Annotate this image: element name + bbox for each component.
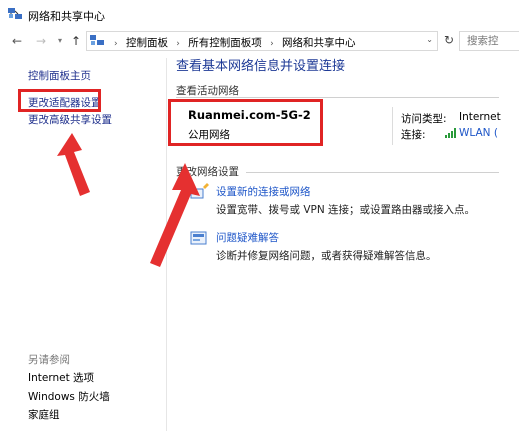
active-networks-label: 查看活动网络 <box>176 85 239 97</box>
title-bar: 网络和共享中心 <box>0 0 519 30</box>
arrow-up-left-annotation <box>57 133 90 196</box>
access-type-label: 访问类型: <box>401 113 447 125</box>
pane-divider <box>166 58 167 431</box>
chevron-down-icon[interactable]: ⌄ <box>426 35 433 44</box>
arrow-up-icon[interactable]: ↑ <box>68 33 84 49</box>
breadcrumb: › 控制面板 › 所有控制面板项 › 网络和共享中心 <box>109 35 356 50</box>
wlan-connection-link[interactable]: WLAN ( <box>459 127 498 139</box>
address-bar-row: ← → ▾ ↑ › 控制面板 › 所有控制面板项 › 网络和共享中心 ⌄ ↻ <box>0 30 519 54</box>
see-also-windows-firewall[interactable]: Windows 防火墙 <box>28 389 110 404</box>
control-panel-icon <box>90 35 104 45</box>
highlight-box-adapter-settings <box>18 89 101 112</box>
breadcrumb-item-control-panel[interactable]: 控制面板 <box>126 37 168 49</box>
setup-new-connection-link[interactable]: 设置新的连接或网络 <box>216 184 311 199</box>
change-settings-label: 更改网络设置 <box>176 166 239 178</box>
refresh-icon[interactable]: ↻ <box>441 33 457 47</box>
chevron-right-icon: › <box>270 39 274 49</box>
see-also-homegroup[interactable]: 家庭组 <box>28 407 60 422</box>
sidebar-home-link[interactable]: 控制面板主页 <box>28 68 91 83</box>
window-title: 网络和共享中心 <box>28 10 105 23</box>
arrow-right-icon[interactable]: → <box>33 33 49 49</box>
troubleshoot-link[interactable]: 问题疑难解答 <box>216 230 279 245</box>
breadcrumb-item-network-center[interactable]: 网络和共享中心 <box>282 37 356 49</box>
setup-new-connection-desc: 设置宽带、拨号或 VPN 连接；或设置路由器或接入点。 <box>216 204 476 216</box>
search-box[interactable] <box>459 31 519 51</box>
troubleshoot-desc: 诊断并修复网络问题，或者获得疑难解答信息。 <box>216 250 437 262</box>
section-divider <box>176 97 499 98</box>
connections-label: 连接: <box>401 129 426 141</box>
troubleshoot-icon <box>190 231 207 245</box>
section-divider <box>246 172 499 173</box>
see-also-internet-options[interactable]: Internet 选项 <box>28 370 94 385</box>
chevron-right-icon: › <box>176 39 180 49</box>
highlight-box-network-name <box>168 99 323 146</box>
breadcrumb-item-all-items[interactable]: 所有控制面板项 <box>188 37 262 49</box>
access-type-value: Internet <box>459 111 501 123</box>
see-also-header: 另请参阅 <box>28 354 70 366</box>
network-center-icon <box>8 8 22 19</box>
recent-pages-chevron-icon[interactable]: ▾ <box>52 33 68 49</box>
new-connection-icon <box>190 183 209 199</box>
address-box[interactable]: › 控制面板 › 所有控制面板项 › 网络和共享中心 ⌄ <box>86 31 438 51</box>
wifi-signal-icon <box>445 128 456 138</box>
sidebar-item-change-advanced-sharing[interactable]: 更改高级共享设置 <box>28 112 112 127</box>
page-title: 查看基本网络信息并设置连接 <box>176 59 346 74</box>
network-info-divider <box>392 107 393 145</box>
search-input[interactable] <box>467 33 519 49</box>
arrow-left-icon[interactable]: ← <box>9 33 25 49</box>
chevron-right-icon: › <box>114 39 118 49</box>
